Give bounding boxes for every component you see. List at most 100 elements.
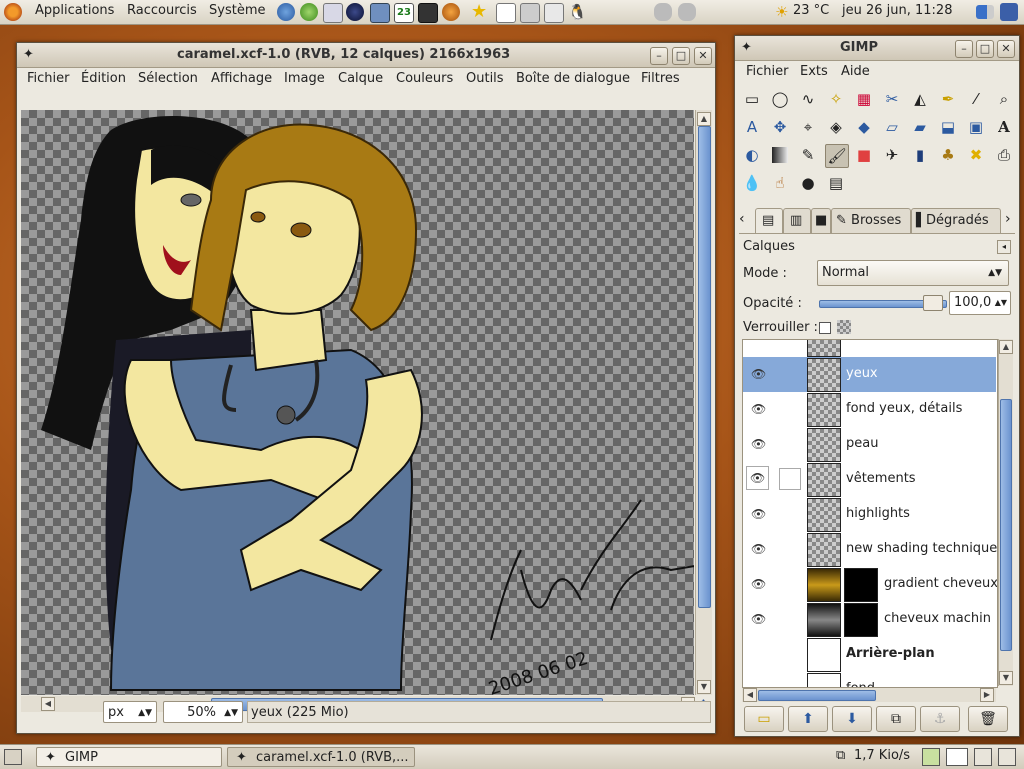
- layers-vscroll-thumb[interactable]: [1000, 399, 1012, 651]
- heal-icon[interactable]: ✖: [965, 144, 987, 166]
- toolbox-titlebar[interactable]: ✦ GIMP – □ ✕: [735, 36, 1019, 61]
- terminal-icon[interactable]: [418, 3, 438, 23]
- usb-drive-icon[interactable]: [654, 3, 672, 21]
- workspace-1[interactable]: [922, 748, 940, 766]
- new-layer-button[interactable]: ▭: [744, 706, 784, 732]
- tb-menu-fichier[interactable]: Fichier: [746, 64, 789, 79]
- layers-hscroll-thumb[interactable]: [758, 690, 876, 701]
- tab-channels[interactable]: ▥: [783, 208, 811, 233]
- layer-row[interactable]: 👁 gradient cheveux: [743, 567, 997, 602]
- messenger-icon[interactable]: [300, 3, 318, 21]
- toolbox-maximize-button[interactable]: □: [976, 40, 994, 58]
- tab-degrades[interactable]: ▌Dégradés: [911, 208, 1001, 233]
- delete-layer-button[interactable]: 🗑: [968, 706, 1008, 732]
- media-player-icon[interactable]: [346, 3, 364, 21]
- flip-icon[interactable]: ⬓: [937, 116, 959, 138]
- minimize-button[interactable]: –: [650, 47, 668, 65]
- layer-row[interactable]: fond: [743, 672, 996, 687]
- layers-scroll-right-icon[interactable]: ▶: [980, 688, 994, 702]
- perspective-icon[interactable]: ▰: [909, 116, 931, 138]
- layers-scroll-up-icon[interactable]: ▲: [999, 340, 1013, 354]
- smudge-icon[interactable]: ☝: [769, 172, 791, 194]
- menu-edition[interactable]: Édition: [81, 71, 126, 86]
- firefox-icon[interactable]: [442, 3, 460, 21]
- bucket-fill-icon[interactable]: ◐: [741, 144, 763, 166]
- scroll-left-icon[interactable]: ◀: [41, 697, 55, 711]
- menu-boite-de-dialogue[interactable]: Boîte de dialogue: [516, 71, 630, 86]
- layer-row[interactable]: 👁 vêtements: [743, 462, 996, 497]
- zoom-select[interactable]: 50% ▲▼: [163, 701, 243, 723]
- mail-icon[interactable]: [323, 3, 343, 23]
- network-speed[interactable]: 1,7 Kio/s: [854, 748, 910, 763]
- workspace-3[interactable]: [974, 748, 992, 766]
- duplicate-layer-button[interactable]: ⧉: [876, 706, 916, 732]
- menu-outils[interactable]: Outils: [466, 71, 504, 86]
- menu-applications[interactable]: Applications: [35, 3, 114, 18]
- chain-toggle[interactable]: [779, 468, 801, 490]
- rect-select-icon[interactable]: ▭: [741, 88, 763, 110]
- scroll-up-icon[interactable]: ▲: [697, 112, 711, 126]
- show-desktop-icon[interactable]: [4, 749, 22, 765]
- color-picker-icon[interactable]: ⁄: [965, 88, 987, 110]
- weather-temp[interactable]: 23 °C: [793, 3, 829, 18]
- color-tools-icon[interactable]: ▤: [825, 172, 847, 194]
- tab-paths[interactable]: ■: [811, 208, 831, 233]
- layers-scroll-left-icon[interactable]: ◀: [743, 688, 757, 702]
- tab-brosses[interactable]: ✎ Brosses: [831, 208, 911, 233]
- usb-drive-2-icon[interactable]: [678, 3, 696, 21]
- maximize-button[interactable]: □: [672, 47, 690, 65]
- scroll-down-icon[interactable]: ▼: [697, 680, 711, 694]
- opacity-slider-handle[interactable]: [923, 295, 943, 311]
- raise-layer-button[interactable]: ⬆: [788, 706, 828, 732]
- blend-icon[interactable]: [772, 147, 788, 163]
- eye-icon[interactable]: 👁: [751, 367, 766, 381]
- dodge-burn-icon[interactable]: ●: [797, 172, 819, 194]
- image-window-titlebar[interactable]: ✦ caramel.xcf-1.0 (RVB, 12 calques) 2166…: [17, 43, 715, 68]
- network-icon[interactable]: [1000, 3, 1018, 21]
- layer-row[interactable]: 👁 peau: [743, 427, 996, 462]
- menu-couleurs[interactable]: Couleurs: [396, 71, 453, 86]
- align-icon[interactable]: ▣: [965, 116, 987, 138]
- layers-vscrollbar[interactable]: ▲ ▼: [998, 339, 1013, 686]
- unit-select[interactable]: px ▲▼: [103, 701, 157, 723]
- paintbrush-icon[interactable]: 🖌: [825, 144, 849, 168]
- tab-scroll-left-icon[interactable]: ‹: [739, 211, 745, 227]
- tb-menu-exts[interactable]: Exts: [800, 64, 828, 79]
- menu-filtres[interactable]: Filtres: [641, 71, 680, 86]
- canvas-vscrollbar[interactable]: ▲ ▼: [695, 110, 712, 695]
- toolbox-close-button[interactable]: ✕: [997, 40, 1015, 58]
- move-icon[interactable]: ✥: [769, 116, 791, 138]
- star-icon[interactable]: ★: [471, 3, 489, 21]
- tb-menu-aide[interactable]: Aide: [841, 64, 870, 79]
- layer-row[interactable]: Arrière-plan: [743, 637, 996, 672]
- ink-icon[interactable]: ▮: [909, 144, 931, 166]
- signal-icon[interactable]: [976, 5, 994, 19]
- opacity-field[interactable]: 100,0 ▲▼: [949, 291, 1011, 315]
- panel-menu-icon[interactable]: ◂: [997, 240, 1011, 254]
- task-gimp[interactable]: ✦ GIMP: [36, 747, 222, 767]
- menu-raccourcis[interactable]: Raccourcis: [127, 3, 197, 18]
- layer-row[interactable]: 👁 cheveux machin: [743, 602, 996, 637]
- layer-row[interactable]: 👁 new shading technique:: [743, 532, 997, 567]
- computer-icon[interactable]: [370, 3, 390, 23]
- mode-select[interactable]: Normal ▲▼: [817, 260, 1009, 286]
- gimp-toolbox-icon[interactable]: ✦: [741, 40, 752, 55]
- zoom-icon[interactable]: ⌕: [993, 88, 1015, 110]
- eye-icon[interactable]: 👁: [751, 612, 766, 626]
- gimp-window-icon[interactable]: ✦: [23, 47, 34, 62]
- scale-icon[interactable]: ◆: [853, 116, 875, 138]
- microphone-icon[interactable]: [520, 3, 540, 23]
- rotate-icon[interactable]: ◈: [825, 116, 847, 138]
- menu-systeme[interactable]: Système: [209, 3, 265, 18]
- close-button[interactable]: ✕: [694, 47, 712, 65]
- browser-icon[interactable]: [277, 3, 295, 21]
- lock-alpha-checkbox[interactable]: [819, 322, 831, 334]
- eye-icon[interactable]: 👁: [746, 466, 770, 490]
- notes-icon[interactable]: [544, 3, 564, 23]
- color-select-icon[interactable]: ▦: [853, 88, 875, 110]
- ubuntu-logo-icon[interactable]: [4, 3, 22, 21]
- anchor-layer-button[interactable]: ⚓: [920, 706, 960, 732]
- lower-layer-button[interactable]: ⬇: [832, 706, 872, 732]
- menu-affichage[interactable]: Affichage: [211, 71, 272, 86]
- paths-icon[interactable]: ✒: [937, 88, 959, 110]
